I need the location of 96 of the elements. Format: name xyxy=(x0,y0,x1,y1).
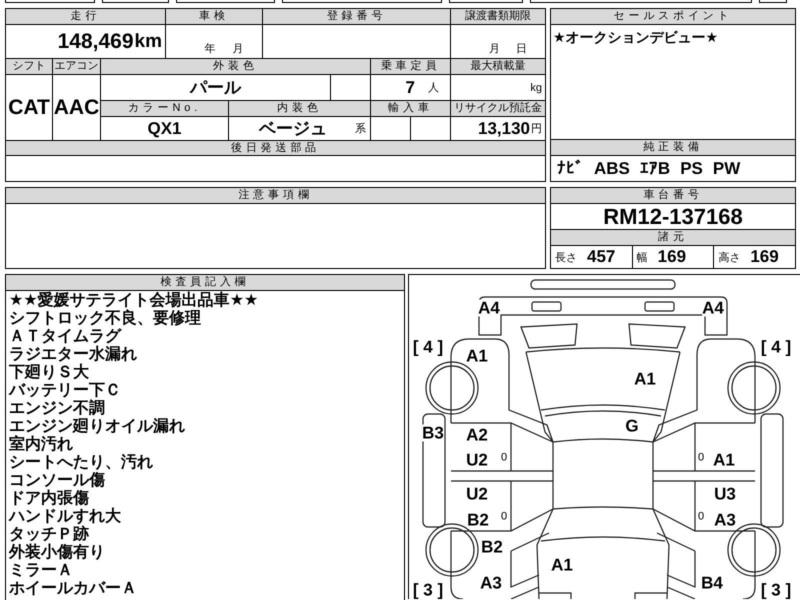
color-number-value: QX1 xyxy=(147,118,182,138)
unit-label: 月 xyxy=(489,42,500,56)
equipment-item: ﾅﾋﾞ xyxy=(557,158,584,178)
dimension-value: 169 xyxy=(750,247,779,267)
form-cell xyxy=(759,0,787,3)
note-line: エンジン廻りオイル漏れ xyxy=(9,418,185,435)
note-line: ドア内張傷 xyxy=(9,490,89,508)
damage-code: A1 xyxy=(551,556,573,574)
damage-code: A1 xyxy=(466,348,488,364)
damage-code: 0 xyxy=(500,512,508,522)
equipment-item: PW xyxy=(712,158,740,178)
wheel-icon xyxy=(727,361,781,415)
interior-color-value: ベージュ xyxy=(259,118,327,140)
panel-count: [ 3 ] xyxy=(412,582,444,598)
chassis-number: RM12-137168 xyxy=(603,204,743,230)
damage-code: A3 xyxy=(480,574,502,592)
dimension-value: 169 xyxy=(658,247,686,267)
damage-code: B4 xyxy=(701,574,723,592)
note-line: バッテリー下Ｃ xyxy=(9,382,121,399)
capacity-unit: 人 xyxy=(427,81,440,95)
field-label: 譲渡書類期限 xyxy=(451,9,545,24)
field-label: セールスポイント xyxy=(551,9,795,24)
field-label: シフト xyxy=(6,59,52,74)
note-line: シフトロック不良、要修理 xyxy=(9,310,201,328)
dimension-label: 幅 xyxy=(636,250,648,264)
damage-code: 0 xyxy=(698,452,704,464)
field-label: 外装色 xyxy=(101,59,370,74)
note-line: 下廻りＳ大 xyxy=(9,364,89,382)
field-label: 登録番号 xyxy=(263,9,450,24)
mileage-unit: km xyxy=(134,30,162,52)
field-label: 純正装備 xyxy=(551,140,795,155)
note-line: コンソール傷 xyxy=(9,472,105,490)
field-label: リサイクル預託金 xyxy=(451,101,545,116)
field-label: 後日発送部品 xyxy=(6,141,545,155)
unit-label: 年 xyxy=(204,42,216,56)
shift-value: CAT xyxy=(8,96,50,120)
exterior-color-value: パール xyxy=(190,77,241,99)
damage-code: B2 xyxy=(481,538,503,556)
damage-code: A1 xyxy=(634,370,656,388)
aircon-value: AAC xyxy=(54,96,100,120)
note-line: 外装小傷有り xyxy=(9,544,105,562)
max-load-unit: kg xyxy=(530,82,542,94)
field-label: 輸入車 xyxy=(371,101,450,116)
note-line: ラジエター水漏れ xyxy=(9,346,137,364)
note-line: ＡＴタイムラグ xyxy=(9,328,121,346)
damage-code: U2 xyxy=(466,452,488,468)
damage-code: A4 xyxy=(478,300,500,316)
currency-unit: 円 xyxy=(531,122,542,136)
field-label: 走行 xyxy=(6,9,165,24)
color-suffix: 系 xyxy=(355,122,366,136)
mileage-value: 148,469 xyxy=(58,30,134,54)
field-label: 注意事項欄 xyxy=(6,188,545,203)
damage-code: A1 xyxy=(713,452,735,468)
field-label: 内装色 xyxy=(229,101,370,116)
panel-count: [ 4 ] xyxy=(760,338,792,356)
unit-label: 月 xyxy=(232,42,244,56)
wheel-icon xyxy=(425,361,479,415)
panel-count: [ 4 ] xyxy=(412,338,444,356)
damage-code: B2 xyxy=(467,512,489,528)
capacity-value: 7 xyxy=(406,78,415,98)
field-label: カラーNo. xyxy=(101,101,228,116)
recycle-fee-value: 13,130 xyxy=(478,118,530,138)
field-label: 車台番号 xyxy=(551,188,795,203)
note-line: 室内汚れ xyxy=(9,436,73,454)
unit-label: 日 xyxy=(516,42,527,56)
damage-code: B3 xyxy=(422,424,444,442)
damage-code: A2 xyxy=(466,426,488,444)
field-label: 検査員記入欄 xyxy=(6,275,404,290)
field-label: エアコン xyxy=(53,59,100,74)
damage-code: 0 xyxy=(500,452,508,464)
field-label: 乗車定員 xyxy=(371,59,450,74)
damage-code: A3 xyxy=(714,512,736,528)
equipment-item: ABS xyxy=(594,158,630,178)
equipment-item: ｴｱB xyxy=(640,158,670,178)
note-line: ★★愛媛サテライト会場出品車★★ xyxy=(9,292,258,309)
equipment-item: PS xyxy=(680,158,703,178)
note-line: ハンドルすれ大 xyxy=(9,508,121,525)
damage-code: G xyxy=(625,418,639,434)
note-line: タッチＰ跡 xyxy=(9,526,89,544)
damage-code: U3 xyxy=(714,486,736,502)
sales-point-text: ★オークションデビュー★ xyxy=(553,29,718,47)
damage-code: U2 xyxy=(466,486,488,502)
note-line: ミラーＡ xyxy=(9,562,73,580)
field-label: 車検 xyxy=(166,9,262,24)
field-label: 最大積載量 xyxy=(451,59,545,74)
damage-code: A4 xyxy=(702,300,724,316)
panel-count: [ 3 ] xyxy=(760,582,792,598)
dimension-label: 高さ xyxy=(718,250,740,264)
damage-code: 0 xyxy=(698,512,704,522)
dimension-value: 457 xyxy=(587,247,616,267)
note-line: エンジン不調 xyxy=(9,400,105,418)
dimension-label: 長さ xyxy=(555,250,577,264)
form-cell xyxy=(102,0,169,3)
note-line: シートへたり、汚れ xyxy=(9,454,153,472)
field-label: 諸元 xyxy=(551,230,795,245)
note-line: ホイールカバーＡ xyxy=(9,580,137,598)
